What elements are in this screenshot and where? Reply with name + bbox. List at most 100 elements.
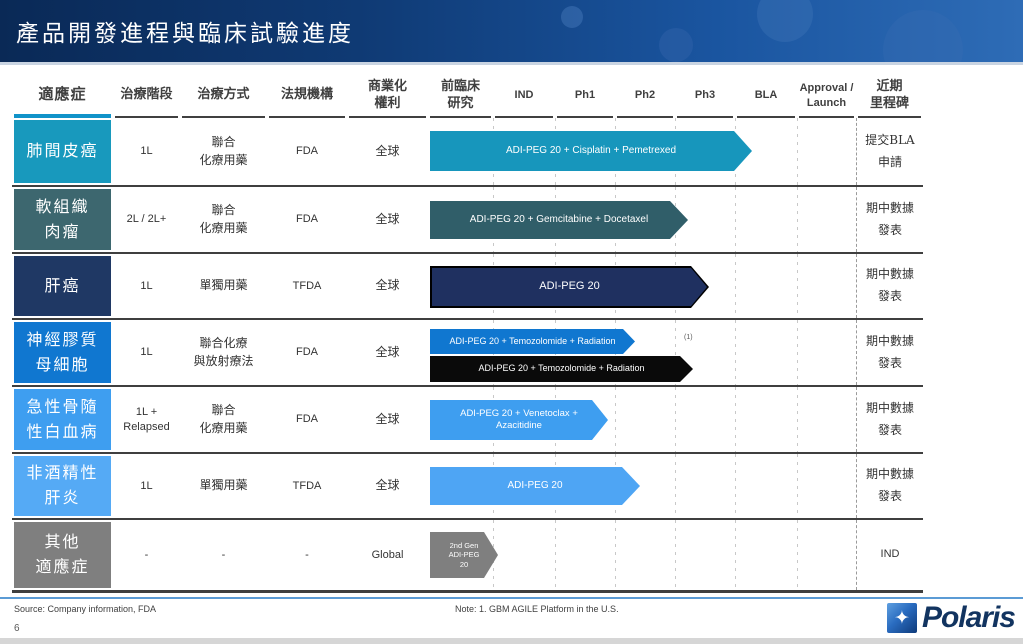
- milestone-cell: 期中數據 發表: [856, 187, 923, 252]
- footnote-marker: (1): [684, 334, 693, 341]
- indication-cell: 軟組織 肉瘤: [14, 189, 111, 250]
- indication-cell: 肺間皮癌: [14, 120, 111, 183]
- milestone-cell: 期中數據 發表: [856, 387, 923, 452]
- table-row-nash: 非酒精性 肝炎 1L 單獨用藥 TFDA 全球 ADI-PEG 20 期中數據 …: [12, 452, 923, 518]
- rights-cell: 全球: [375, 344, 400, 359]
- phase-track: 2nd Gen ADI-PEG 20: [428, 520, 856, 590]
- milestone-cell: 期中數據 發表: [856, 254, 923, 318]
- method-cell: 聯合 化療用藥: [199, 403, 248, 435]
- arrow-label: ADI-PEG 20 + Temozolomide + Radiation: [478, 363, 645, 374]
- table-row-sarcoma: 軟組織 肉瘤 2L / 2L+ 聯合 化療用藥 FDA 全球 ADI-PEG 2…: [12, 185, 923, 252]
- arrow-label: ADI-PEG 20 + Venetoclax + Azacitidine: [460, 408, 578, 431]
- table-header-row: 適應症 治療階段 治療方式 法規機構 商業化 權利 前臨床 研究 IND Ph1…: [12, 75, 923, 118]
- decorative-circle: [659, 28, 693, 62]
- header-ph1: Ph1: [557, 75, 613, 118]
- arrow-label: ADI-PEG 20 + Temozolomide + Radiation: [449, 335, 616, 346]
- indication-cell: 肝癌: [14, 256, 111, 316]
- header-preclinical: 前臨床 研究: [430, 75, 491, 118]
- method-cell: 聯合 化療用藥: [199, 203, 248, 235]
- rights-cell: Global: [371, 548, 404, 561]
- rights-cell: 全球: [375, 211, 400, 226]
- table-row-mesothelioma: 肺間皮癌 1L 聯合 化療用藥 FDA 全球 ADI-PEG 20 + Cisp…: [12, 118, 923, 185]
- polaris-star-icon: ✦: [886, 603, 917, 633]
- pipeline-table: 適應症 治療階段 治療方式 法規機構 商業化 權利 前臨床 研究 IND Ph1…: [12, 75, 923, 593]
- decorative-circle: [561, 6, 583, 28]
- pipeline-arrow: ADI-PEG 20 + Gemcitabine + Docetaxel: [430, 201, 688, 239]
- stage-cell: 1L + Relapsed: [123, 405, 170, 433]
- agency-cell: FDA: [296, 213, 318, 226]
- table-body: 肺間皮癌 1L 聯合 化療用藥 FDA 全球 ADI-PEG 20 + Cisp…: [12, 118, 923, 593]
- table-row-liver-cancer: 肝癌 1L 單獨用藥 TFDA 全球 ADI-PEG 20 期中數據 發表: [12, 252, 923, 318]
- header-approval: Approval / Launch: [799, 75, 854, 118]
- milestone-cell: 提交BLA 申請: [856, 118, 923, 185]
- indication-cell: 非酒精性 肝炎: [14, 456, 111, 516]
- pipeline-arrow: ADI-PEG 20: [430, 467, 640, 505]
- milestone-cell: 期中數據 發表: [856, 454, 923, 518]
- header-indication: 適應症: [14, 75, 111, 118]
- method-cell: 單獨用藥: [199, 478, 248, 493]
- method-cell: 聯合 化療用藥: [199, 135, 248, 167]
- pipeline-arrow: ADI-PEG 20 + Cisplatin + Pemetrexed: [430, 131, 752, 171]
- header-ph3: Ph3: [677, 75, 733, 118]
- method-cell: 聯合化療 與放射療法: [193, 336, 254, 368]
- agency-cell: FDA: [296, 413, 318, 426]
- indication-cell: 神經膠質 母細胞: [14, 322, 111, 383]
- phase-track: ADI-PEG 20 + Cisplatin + Pemetrexed: [428, 118, 856, 185]
- source-note: Source: Company information, FDA: [14, 604, 157, 614]
- table-row-aml: 急性骨隨 性白血病 1L + Relapsed 聯合 化療用藥 FDA 全球 A…: [12, 385, 923, 452]
- pipeline-arrow: ADI-PEG 20: [430, 266, 709, 308]
- rights-cell: 全球: [375, 478, 400, 493]
- arrow-label: ADI-PEG 20 + Cisplatin + Pemetrexed: [505, 144, 677, 156]
- stage-cell: 2L / 2L+: [126, 213, 167, 226]
- header-stage: 治療階段: [115, 75, 178, 118]
- header-bla: BLA: [737, 75, 795, 118]
- stage-cell: 1L: [140, 145, 153, 158]
- phase-track: ADI-PEG 20: [428, 454, 856, 518]
- phase-track: ADI-PEG 20 + Temozolomide + Radiation AD…: [428, 320, 856, 385]
- header-ph2: Ph2: [617, 75, 673, 118]
- pipeline-arrow: ADI-PEG 20 + Temozolomide + Radiation: [430, 329, 635, 354]
- arrow-label: ADI-PEG 20: [539, 280, 600, 293]
- milestone-cell: 期中數據 發表: [856, 320, 923, 385]
- footer-divider: [0, 597, 1023, 599]
- agency-cell: TFDA: [292, 479, 322, 492]
- stage-cell: 1L: [140, 346, 153, 359]
- header-milestone: 近期 里程碑: [858, 75, 921, 118]
- stage-cell: -: [144, 548, 149, 561]
- phase-track: ADI-PEG 20: [428, 254, 856, 318]
- phase-track: ADI-PEG 20 + Gemcitabine + Docetaxel: [428, 187, 856, 252]
- polaris-logo: ✦ Polaris: [886, 601, 1016, 635]
- agency-cell: FDA: [296, 145, 318, 158]
- bottom-strip: [0, 638, 1023, 644]
- indication-cell: 其他 適應症: [14, 522, 111, 588]
- method-cell: -: [221, 548, 226, 561]
- method-cell: 單獨用藥: [199, 278, 248, 293]
- agency-cell: FDA: [296, 346, 318, 359]
- table-row-glioblastoma: 神經膠質 母細胞 1L 聯合化療 與放射療法 FDA 全球 ADI-PEG 20…: [12, 318, 923, 385]
- phase-track: ADI-PEG 20 + Venetoclax + Azacitidine: [428, 387, 856, 452]
- rights-cell: 全球: [375, 278, 400, 293]
- stage-cell: 1L: [140, 479, 153, 492]
- milestone-cell: IND: [856, 520, 923, 590]
- page-number: 6: [14, 623, 20, 634]
- header-method: 治療方式: [182, 75, 265, 118]
- rights-cell: 全球: [375, 411, 400, 426]
- indication-cell: 急性骨隨 性白血病: [14, 389, 111, 450]
- slide-header: 產品開發進程與臨床試驗進度: [0, 0, 1023, 65]
- rights-cell: 全球: [375, 143, 400, 158]
- page-title: 產品開發進程與臨床試驗進度: [16, 21, 354, 47]
- agency-cell: -: [305, 548, 309, 561]
- header-rights: 商業化 權利: [349, 75, 426, 118]
- arrow-label: ADI-PEG 20 + Gemcitabine + Docetaxel: [469, 213, 649, 225]
- footnote: Note: 1. GBM AGILE Platform in the U.S.: [455, 604, 619, 614]
- pipeline-arrow: ADI-PEG 20 + Temozolomide + Radiation: [430, 356, 693, 382]
- pipeline-arrow: 2nd Gen ADI-PEG 20: [430, 532, 498, 578]
- agency-cell: TFDA: [292, 279, 322, 292]
- arrow-label: ADI-PEG 20: [507, 479, 563, 491]
- table-row-other: 其他 適應症 - - - Global 2nd Gen ADI-PEG 20 I…: [12, 518, 923, 590]
- logo-text: Polaris: [921, 601, 1016, 634]
- stage-cell: 1L: [140, 279, 153, 292]
- header-agency: 法規機構: [269, 75, 345, 118]
- pipeline-arrow: ADI-PEG 20 + Venetoclax + Azacitidine: [430, 400, 608, 440]
- header-ind-phase: IND: [495, 75, 553, 118]
